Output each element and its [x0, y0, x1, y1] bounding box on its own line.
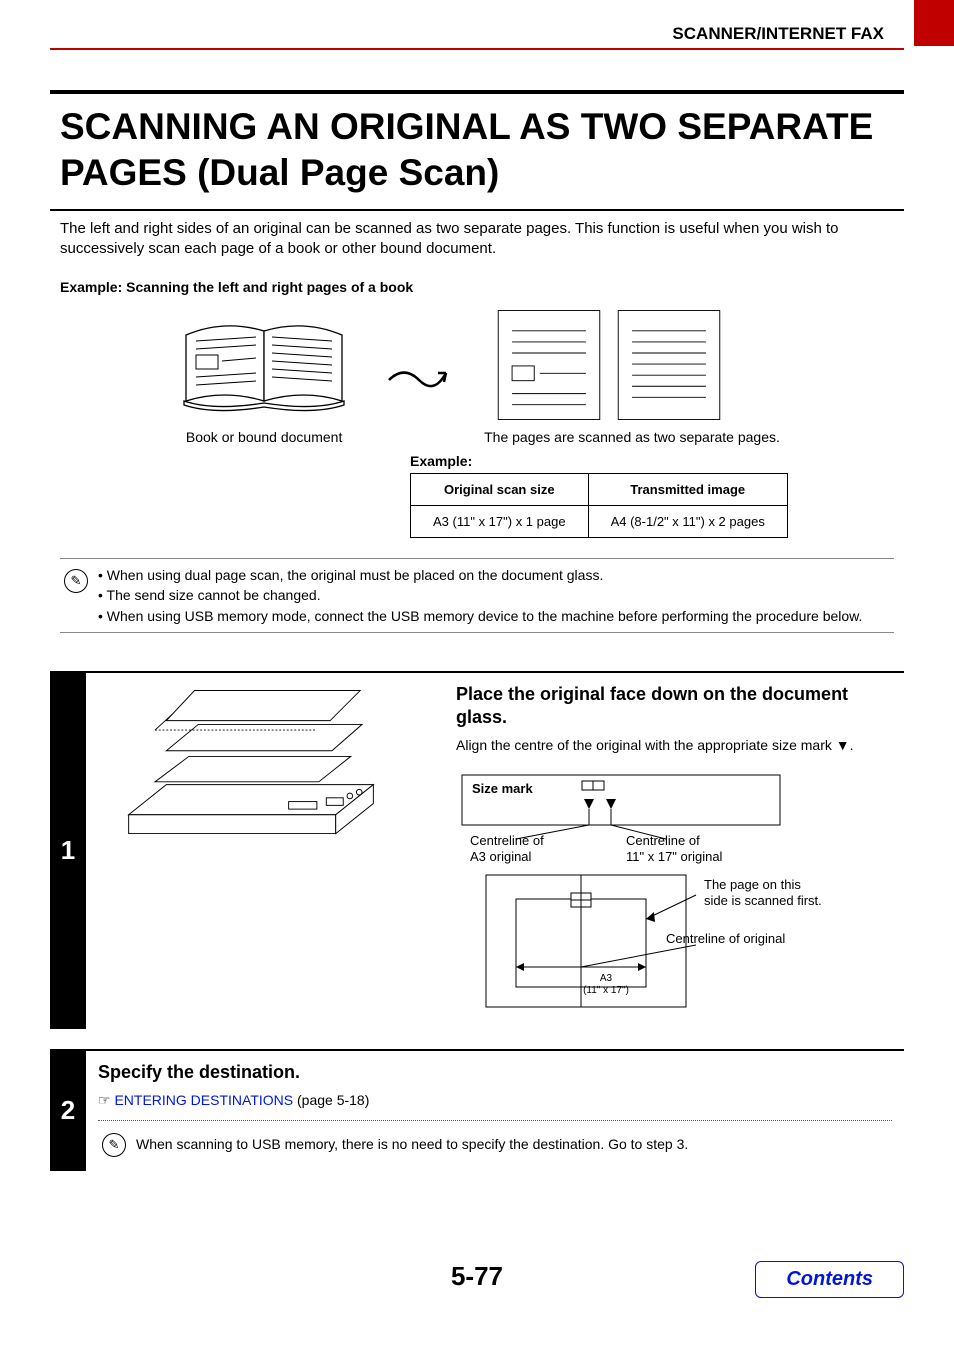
label-a3: A3 — [600, 973, 613, 984]
pencil-note-icon: ✎ — [102, 1133, 126, 1157]
step-2: 2 Specify the destination. ☞ ENTERING DE… — [50, 1049, 904, 1171]
page-number: 5-77 — [451, 1261, 503, 1291]
label-first-scanned-1: The page on this — [704, 877, 801, 892]
step-1: 1 — [50, 671, 904, 1029]
label-a3-dim: (11" x 17") — [583, 985, 629, 996]
pages-caption: The pages are scanned as two separate pa… — [484, 429, 780, 445]
svg-text:11" x 17" original: 11" x 17" original — [626, 849, 723, 864]
arrow-icon — [384, 355, 454, 395]
header-rule — [50, 48, 904, 50]
reference-icon: ☞ — [98, 1092, 114, 1108]
entering-destinations-link[interactable]: ENTERING DESTINATIONS — [114, 1092, 293, 1108]
td-original: A3 (11" x 17") x 1 page — [411, 506, 589, 538]
notes-box: ✎ When using dual page scan, the origina… — [60, 558, 894, 633]
th-transmitted: Transmitted image — [588, 474, 787, 506]
size-table: Original scan size Transmitted image A3 … — [410, 473, 788, 538]
book-icon — [174, 305, 354, 425]
td-transmitted: A4 (8-1/2" x 11") x 2 pages — [588, 506, 787, 538]
step2-link-suffix: (page 5-18) — [297, 1092, 369, 1108]
example-table-wrap: Example: Original scan size Transmitted … — [410, 453, 904, 538]
note-item: When using USB memory mode, connect the … — [98, 606, 862, 626]
glass-diagram-icon: Size mark Centreline of — [456, 769, 856, 1019]
section-tab — [914, 0, 954, 46]
step2-note-text: When scanning to USB memory, there is no… — [136, 1135, 688, 1155]
table-label: Example: — [410, 453, 904, 469]
footer: 5-77 Contents — [0, 1261, 954, 1292]
label-centreline-a3: Centreline of — [470, 833, 544, 848]
step-number-1: 1 — [50, 671, 86, 1029]
illustration-row: Book or bound document — [50, 305, 904, 445]
note-item: When using dual page scan, the original … — [98, 565, 862, 585]
title-block: SCANNING AN ORIGINAL AS TWO SEPARATE PAG… — [50, 90, 904, 211]
note-item: The send size cannot be changed. — [98, 585, 862, 605]
page-title: SCANNING AN ORIGINAL AS TWO SEPARATE PAG… — [60, 104, 904, 197]
dotted-divider — [98, 1120, 892, 1121]
intro-text: The left and right sides of an original … — [50, 211, 904, 260]
pencil-note-icon: ✎ — [64, 569, 88, 593]
label-first-scanned-2: side is scanned first. — [704, 893, 822, 908]
book-caption: Book or bound document — [174, 429, 354, 445]
svg-text:A3 original: A3 original — [470, 849, 532, 864]
step1-heading: Place the original face down on the docu… — [456, 683, 894, 730]
label-centreline-original: Centreline of original — [666, 931, 785, 946]
printer-icon — [96, 683, 406, 843]
step1-text: Align the centre of the original with th… — [456, 736, 894, 756]
scanned-pages-icon — [484, 305, 734, 425]
example-heading: Example: Scanning the left and right pag… — [50, 259, 904, 305]
th-original: Original scan size — [411, 474, 589, 506]
step2-link-row: ☞ ENTERING DESTINATIONS (page 5-18) — [98, 1091, 892, 1111]
label-centreline-11x17: Centreline of — [626, 833, 700, 848]
step-number-2: 2 — [50, 1049, 86, 1171]
running-header: SCANNER/INTERNET FAX — [0, 0, 954, 48]
contents-button[interactable]: Contents — [755, 1261, 904, 1298]
step2-heading: Specify the destination. — [98, 1061, 892, 1084]
label-size-mark: Size mark — [472, 781, 533, 796]
